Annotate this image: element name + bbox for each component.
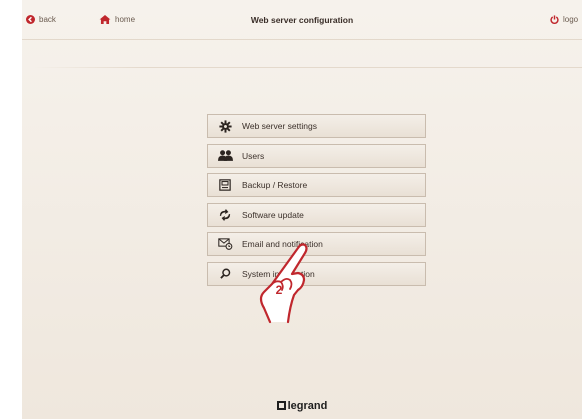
topbar: back home Web server configuration logo <box>22 0 582 40</box>
menu-item-users[interactable]: Users <box>207 143 426 168</box>
app-frame: back home Web server configuration logo <box>22 0 582 419</box>
config-menu: Web server settings Users Backup / Resto… <box>207 114 426 292</box>
menu-item-email-notification[interactable]: Email and notification <box>207 232 426 257</box>
page-title: Web server configuration <box>250 15 354 25</box>
gear-icon <box>208 115 242 137</box>
menu-item-label: Software update <box>242 209 304 220</box>
logo-square-icon <box>276 401 286 410</box>
email-icon <box>208 233 242 255</box>
menu-item-label: Email and notification <box>242 239 323 250</box>
menu-item-backup-restore[interactable]: Backup / Restore <box>207 173 426 198</box>
menu-item-label: Web server settings <box>242 121 317 131</box>
menu-item-system-information[interactable]: System information <box>207 261 426 286</box>
logout-label: logo <box>563 15 579 24</box>
menu-item-label: Users <box>242 150 265 161</box>
menu-item-label: System information <box>242 268 315 279</box>
menu-item-web-server-settings[interactable]: Web server settings <box>207 114 426 138</box>
backup-icon <box>208 174 242 196</box>
logout-link[interactable]: logo <box>550 15 578 24</box>
power-icon <box>550 15 559 24</box>
menu-item-label: Backup / Restore <box>242 180 308 191</box>
legrand-logo: legrand <box>22 400 582 412</box>
search-icon <box>208 263 242 285</box>
step-number: 2 <box>275 283 283 297</box>
users-icon <box>208 145 242 167</box>
brand-name: legrand <box>287 400 328 412</box>
menu-item-software-update[interactable]: Software update <box>207 202 426 227</box>
update-icon <box>208 204 242 226</box>
divider <box>34 67 582 68</box>
